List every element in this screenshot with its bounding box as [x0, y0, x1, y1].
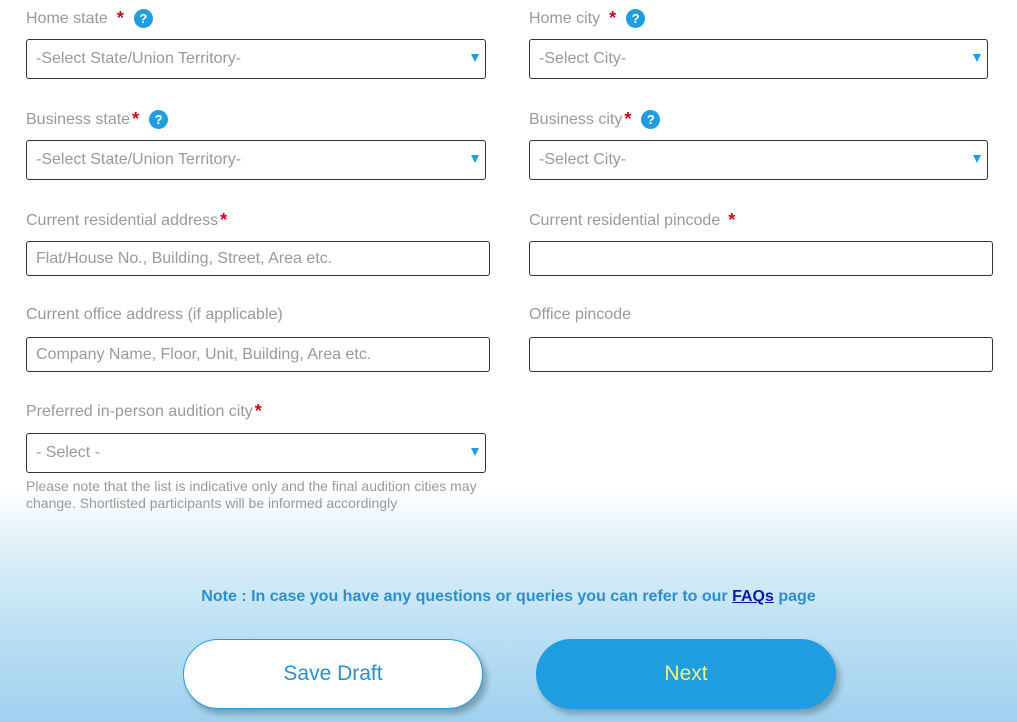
dropdown-arrow-icon: [973, 54, 981, 62]
required-asterisk: *: [609, 8, 617, 28]
help-icon[interactable]: ?: [641, 110, 661, 129]
home-state-select[interactable]: -Select State/Union Territory-: [26, 39, 486, 79]
home-state-label: Home state * ?: [26, 8, 153, 29]
home-city-label: Home city * ?: [529, 8, 646, 29]
required-asterisk: *: [132, 109, 140, 129]
required-asterisk: *: [728, 210, 736, 230]
required-asterisk: *: [254, 401, 262, 421]
home-city-select[interactable]: -Select City-: [529, 39, 988, 79]
dropdown-arrow-icon: [973, 155, 981, 163]
residential-address-input[interactable]: Flat/House No., Building, Street, Area e…: [26, 241, 490, 276]
faq-note: Note : In case you have any questions or…: [201, 588, 816, 605]
residential-pincode-input[interactable]: [529, 241, 993, 276]
help-icon[interactable]: ?: [626, 9, 646, 28]
dropdown-arrow-icon: [471, 155, 479, 163]
residential-address-label: Current residential address *: [26, 210, 228, 230]
dropdown-arrow-icon: [471, 448, 479, 456]
save-draft-button[interactable]: Save Draft: [183, 639, 483, 709]
audition-city-label: Preferred in-person audition city *: [26, 401, 262, 421]
business-state-label: Business state * ?: [26, 109, 169, 130]
business-city-select[interactable]: -Select City-: [529, 140, 988, 180]
dropdown-arrow-icon: [471, 54, 479, 62]
residential-pincode-label: Current residential pincode *: [529, 210, 736, 230]
help-icon[interactable]: ?: [133, 9, 153, 28]
office-pincode-label: Office pincode: [529, 306, 631, 323]
business-state-select[interactable]: -Select State/Union Territory-: [26, 140, 486, 180]
office-pincode-input[interactable]: [529, 337, 993, 372]
required-asterisk: *: [624, 109, 632, 129]
office-address-input[interactable]: Company Name, Floor, Unit, Building, Are…: [26, 337, 490, 372]
business-city-label: Business city * ?: [529, 109, 661, 130]
required-asterisk: *: [220, 210, 228, 230]
audition-city-hint: Please note that the list is indicative …: [26, 478, 477, 511]
faqs-link[interactable]: FAQs: [732, 588, 774, 605]
audition-city-select[interactable]: - Select -: [26, 433, 486, 473]
next-button[interactable]: Next: [536, 639, 836, 709]
office-address-label: Current office address (if applicable): [26, 306, 283, 323]
help-icon[interactable]: ?: [149, 110, 169, 129]
required-asterisk: *: [116, 8, 124, 28]
